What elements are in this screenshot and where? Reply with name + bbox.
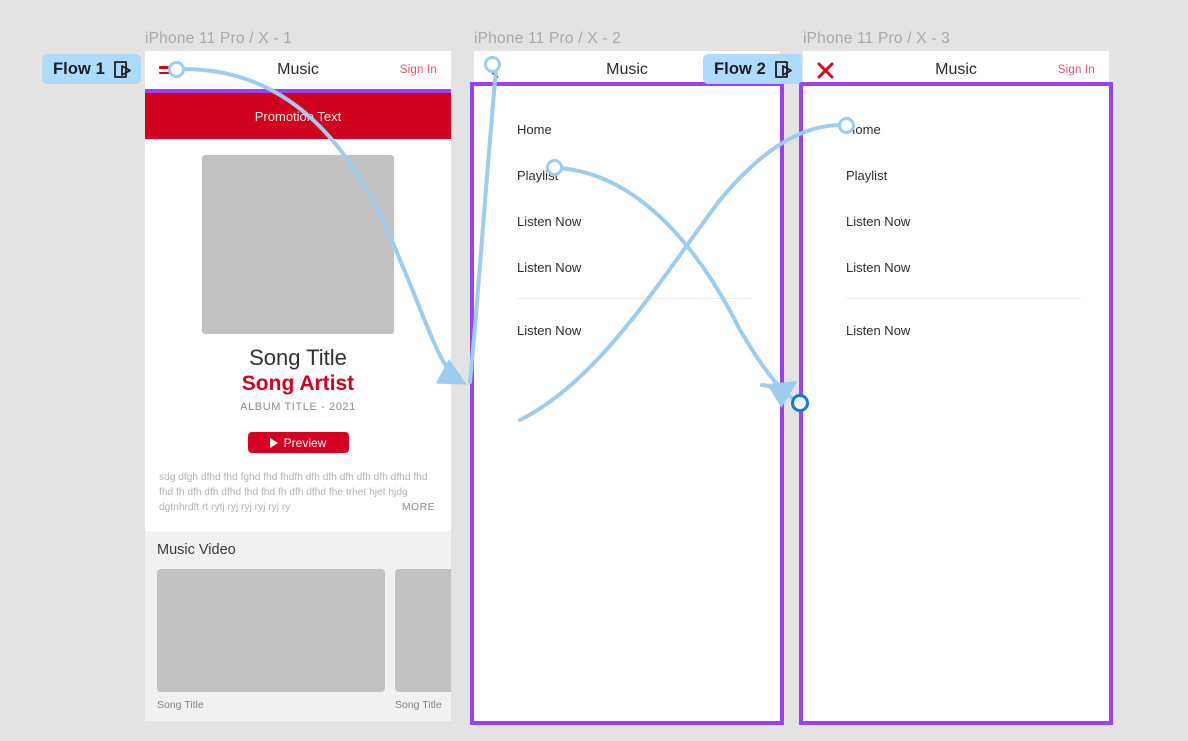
music-video-card[interactable]: Song Title xyxy=(157,569,385,711)
frame2-menu-list: Home Playlist Listen Now Listen Now List… xyxy=(474,86,780,353)
flow-badge-1-label: Flow 1 xyxy=(53,59,105,78)
music-video-card[interactable]: Song Title xyxy=(395,569,451,711)
album-art-placeholder xyxy=(202,155,394,335)
play-triangle-icon xyxy=(269,437,278,448)
frame3-navbar: Music Sign In xyxy=(803,51,1109,89)
music-video-title: Music Video xyxy=(157,542,236,558)
music-video-thumbnail xyxy=(157,569,385,692)
preview-button-label: Preview xyxy=(283,435,327,450)
description-text: sdg dfgh dfhd fhd fghd fhd fhdfh dfh dfh… xyxy=(159,472,428,513)
hotspot-dot-frame2-back[interactable] xyxy=(484,56,501,73)
music-video-thumbnail xyxy=(395,569,451,692)
menu-item-listen-now[interactable]: Listen Now xyxy=(803,244,1109,290)
menu-item-listen-now[interactable]: Listen Now xyxy=(474,198,780,244)
music-video-caption: Song Title xyxy=(395,699,442,711)
album-meta: ALBUM TITLE - 2021 xyxy=(240,401,356,414)
menu-item-home[interactable]: Home xyxy=(474,106,780,152)
frame3-body: Home Playlist Listen Now Listen Now List… xyxy=(803,86,1109,721)
close-x-icon[interactable] xyxy=(817,62,834,79)
song-artist[interactable]: Song Artist xyxy=(145,372,451,396)
frame-label-2: iPhone 11 Pro / X - 2 xyxy=(474,30,621,47)
menu-item-listen-now[interactable]: Listen Now xyxy=(474,307,780,353)
menu-item-playlist[interactable]: Playlist xyxy=(474,152,780,198)
menu-item-listen-now[interactable]: Listen Now xyxy=(803,307,1109,353)
frame1-sign-in-link[interactable]: Sign In xyxy=(400,64,437,76)
frame3-sign-in-link[interactable]: Sign In xyxy=(1058,64,1095,76)
flow-badge-2[interactable]: Flow 2 xyxy=(703,54,802,84)
prototype-canvas: iPhone 11 Pro / X - 1 iPhone 11 Pro / X … xyxy=(0,0,1188,741)
menu-item-listen-now[interactable]: Listen Now xyxy=(474,244,780,290)
device-frame-1: Music Sign In Promotion Text Song Title … xyxy=(145,51,451,721)
music-video-section: Music Video Song Title Song Title xyxy=(145,531,451,721)
flow-start-play-icon xyxy=(775,60,792,78)
music-video-row: Song Title Song Title xyxy=(157,569,451,711)
frame-label-1: iPhone 11 Pro / X - 1 xyxy=(145,30,292,47)
hotspot-dot-frame1-menu[interactable] xyxy=(168,61,185,78)
menu-separator xyxy=(846,298,1081,299)
promotion-banner[interactable]: Promotion Text xyxy=(145,93,451,139)
frame1-navbar: Music Sign In xyxy=(145,51,451,89)
flow-badge-1[interactable]: Flow 1 xyxy=(42,54,141,84)
hotspot-dot-frame2-playlist[interactable] xyxy=(546,159,563,176)
description-block: sdg dfgh dfhd fhd fghd fhd fhdfh dfh dfh… xyxy=(159,470,437,515)
menu-item-listen-now[interactable]: Listen Now xyxy=(803,198,1109,244)
flow-start-play-icon xyxy=(114,60,131,78)
hotspot-dot-frame3-home[interactable] xyxy=(838,117,855,134)
preview-button[interactable]: Preview xyxy=(247,432,349,453)
hotspot-dot-selected[interactable] xyxy=(791,394,809,412)
music-video-caption: Song Title xyxy=(157,699,204,711)
flow-badge-2-label: Flow 2 xyxy=(714,59,766,78)
frame-label-3: iPhone 11 Pro / X - 3 xyxy=(803,30,950,47)
more-link[interactable]: MORE xyxy=(396,500,435,515)
menu-separator xyxy=(517,298,752,299)
menu-item-playlist[interactable]: Playlist xyxy=(803,152,1109,198)
promotion-text: Promotion Text xyxy=(254,108,342,124)
song-title: Song Title xyxy=(249,345,347,371)
frame2-body: Home Playlist Listen Now Listen Now List… xyxy=(474,86,780,721)
